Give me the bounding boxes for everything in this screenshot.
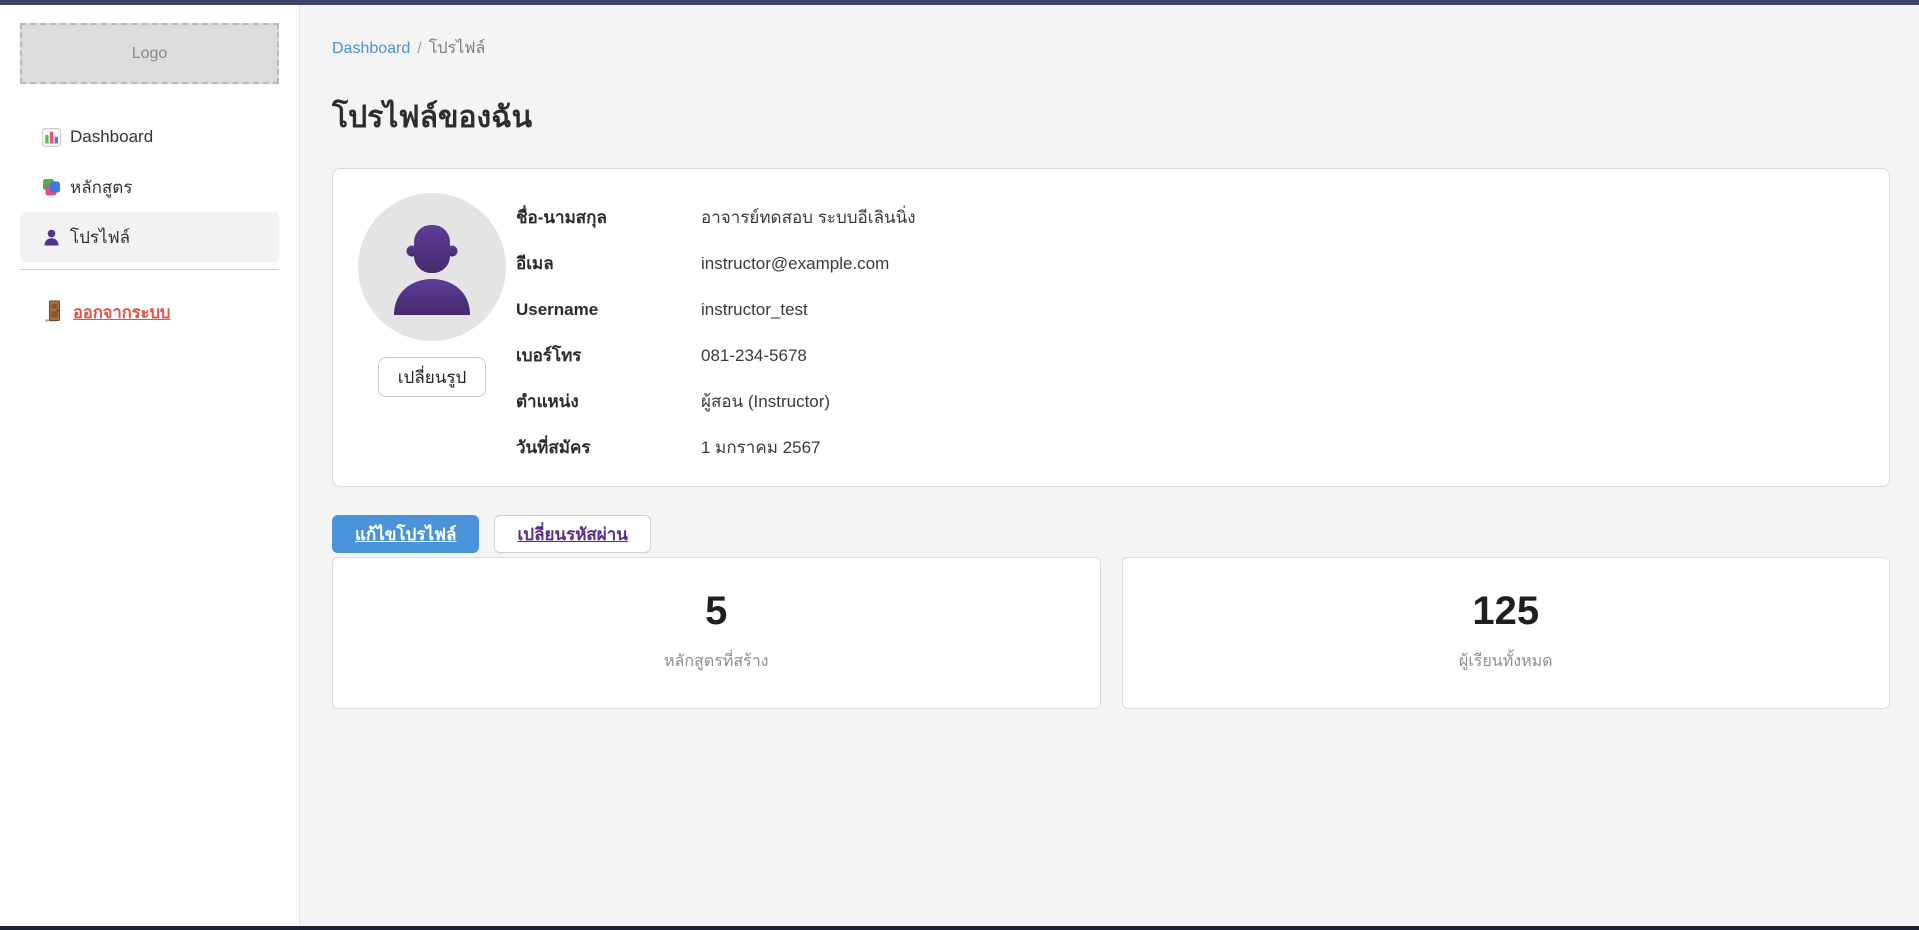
field-row-phone: เบอร์โทร 081-234-5678 (516, 333, 1865, 379)
sidebar-item-label: หลักสูตร (70, 174, 132, 201)
field-label: ชื่อ-นามสกุล (516, 204, 701, 232)
person-silhouette-icon (358, 193, 506, 341)
logo-placeholder: Logo (20, 23, 279, 84)
sidebar-item-courses[interactable]: หลักสูตร (20, 162, 279, 212)
edit-profile-button[interactable]: แก้ไขโปรไฟล์ (332, 515, 479, 553)
sidebar-divider (20, 269, 279, 270)
field-label: วันที่สมัคร (516, 434, 701, 462)
stat-card-courses-created: 5 หลักสูตรที่สร้าง (332, 557, 1101, 709)
avatar (358, 193, 506, 341)
field-value: ผู้สอน (Instructor) (701, 388, 830, 416)
field-label: ตำแหน่ง (516, 388, 701, 416)
sidebar-item-profile[interactable]: โปรไฟล์ (20, 212, 279, 262)
field-label: เบอร์โทร (516, 342, 701, 370)
person-icon (42, 228, 61, 247)
sidebar-item-dashboard[interactable]: Dashboard (20, 112, 279, 162)
bar-chart-icon (42, 128, 61, 147)
field-value: อาจารย์ทดสอบ ระบบอีเลินนิ่ง (701, 204, 916, 232)
change-photo-button[interactable]: เปลี่ยนรูป (378, 357, 486, 397)
stat-card-total-learners: 125 ผู้เรียนทั้งหมด (1122, 557, 1891, 709)
change-password-label: เปลี่ยนรหัสผ่าน (517, 525, 627, 544)
sidebar-item-label: Dashboard (70, 127, 153, 147)
sidebar: Logo Dashboard (0, 5, 300, 926)
bottom-accent-bar (0, 926, 1919, 930)
profile-card: เปลี่ยนรูป ชื่อ-นามสกุล อาจารย์ทดสอบ ระบ… (332, 168, 1890, 487)
books-icon (42, 178, 61, 197)
field-row-position: ตำแหน่ง ผู้สอน (Instructor) (516, 379, 1865, 425)
field-row-username: Username instructor_test (516, 287, 1865, 333)
logout-label: ออกจากระบบ (73, 300, 170, 327)
logout-link[interactable]: ออกจากระบบ (45, 300, 279, 327)
field-value: 1 มกราคม 2567 (701, 434, 820, 462)
field-value: instructor@example.com (701, 250, 889, 278)
logo-text: Logo (132, 45, 168, 63)
action-buttons: แก้ไขโปรไฟล์ เปลี่ยนรหัสผ่าน (332, 515, 1890, 553)
change-password-button[interactable]: เปลี่ยนรหัสผ่าน (494, 515, 650, 553)
field-row-register-date: วันที่สมัคร 1 มกราคม 2567 (516, 425, 1865, 471)
breadcrumb-dashboard-link[interactable]: Dashboard (332, 40, 410, 57)
stat-label: หลักสูตรที่สร้าง (664, 649, 769, 674)
door-icon (45, 300, 63, 327)
breadcrumb: Dashboard / โปรไฟล์ (332, 36, 1890, 61)
avatar-column: เปลี่ยนรูป (357, 193, 507, 397)
stat-label: ผู้เรียนทั้งหมด (1459, 649, 1553, 674)
stat-value: 5 (705, 591, 727, 631)
breadcrumb-separator: / (417, 40, 421, 57)
edit-profile-label: แก้ไขโปรไฟล์ (355, 525, 456, 544)
breadcrumb-current: โปรไฟล์ (429, 40, 486, 57)
profile-fields: ชื่อ-นามสกุล อาจารย์ทดสอบ ระบบอีเลินนิ่ง… (516, 195, 1865, 471)
field-row-email: อีเมล instructor@example.com (516, 241, 1865, 287)
stats-row: 5 หลักสูตรที่สร้าง 125 ผู้เรียนทั้งหมด (332, 557, 1890, 709)
field-label: อีเมล (516, 250, 701, 278)
field-row-name: ชื่อ-นามสกุล อาจารย์ทดสอบ ระบบอีเลินนิ่ง (516, 195, 1865, 241)
page-title: โปรไฟล์ของฉัน (332, 94, 1890, 141)
field-value: instructor_test (701, 296, 808, 324)
field-label: Username (516, 296, 701, 324)
field-value: 081-234-5678 (701, 342, 807, 370)
main-content: Dashboard / โปรไฟล์ โปรไฟล์ของฉัน (300, 5, 1919, 926)
stat-value: 125 (1472, 591, 1539, 631)
sidebar-item-label: โปรไฟล์ (70, 224, 130, 251)
sidebar-nav: Dashboard หลักสูตร (0, 112, 299, 262)
